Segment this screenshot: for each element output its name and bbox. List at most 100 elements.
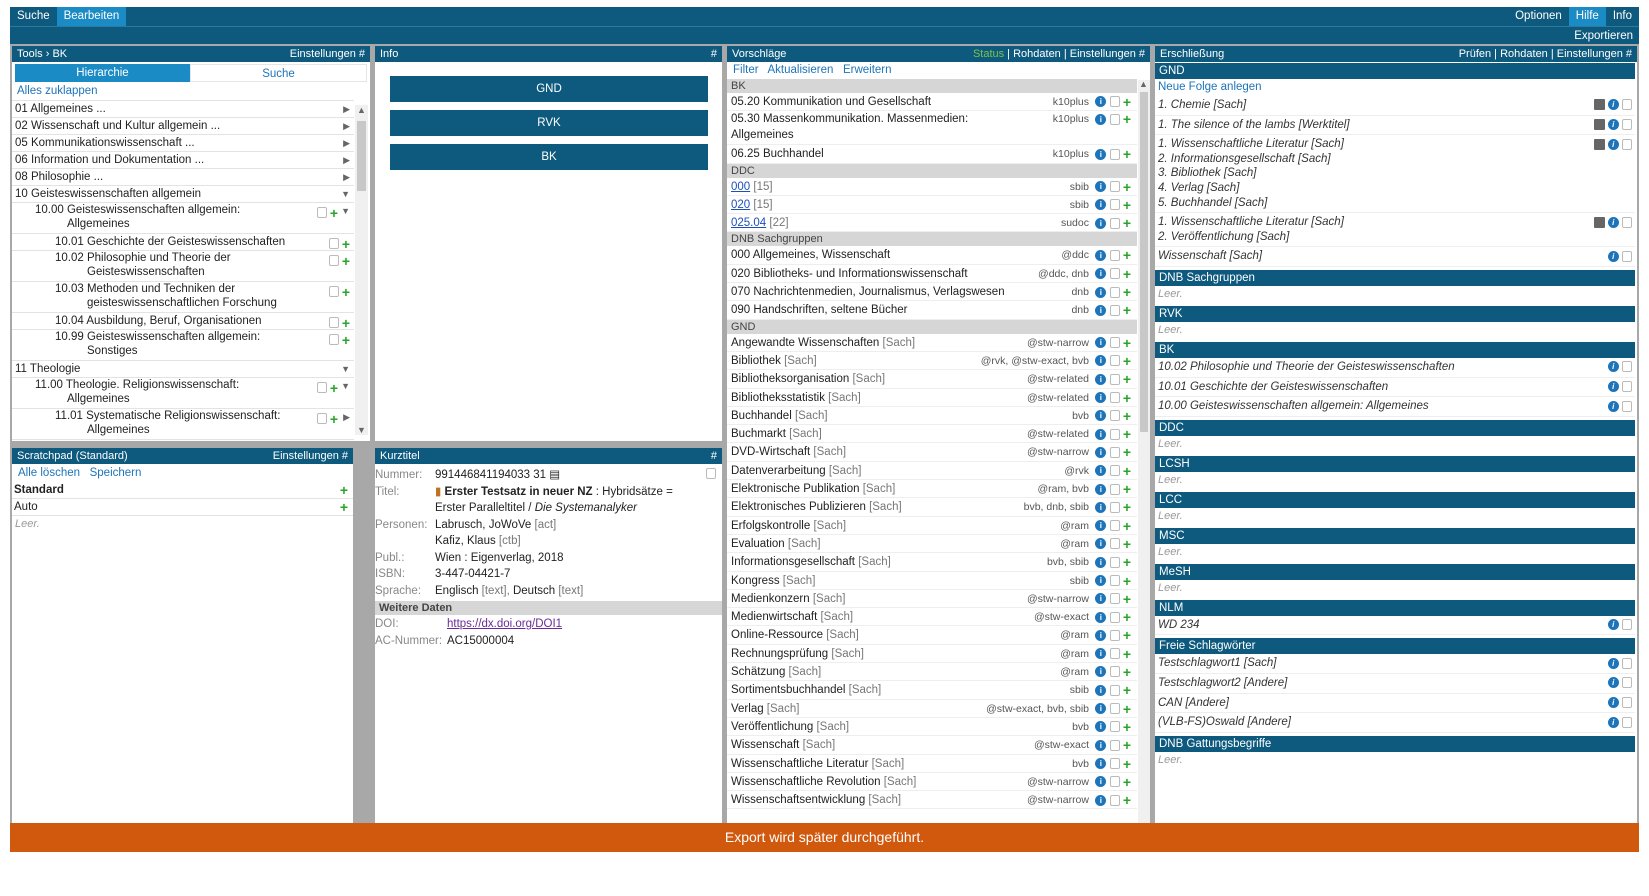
- tab-suche[interactable]: Suche: [190, 64, 367, 82]
- expand-arrow-icon[interactable]: ▼: [341, 186, 350, 202]
- copy-icon[interactable]: [328, 238, 339, 250]
- add-icon[interactable]: +: [1123, 792, 1131, 808]
- info-icon[interactable]: i: [1095, 611, 1107, 623]
- copy-icon[interactable]: [328, 317, 339, 329]
- suggestion-row[interactable]: Wissenschaftliche Literatur [Sach] bvb i +: [727, 755, 1137, 773]
- copy-icon[interactable]: [1109, 181, 1120, 193]
- copy-icon[interactable]: [316, 413, 327, 425]
- indexing-entry[interactable]: 1. Wissenschaftliche Literatur [Sach] 2. …: [1155, 135, 1635, 214]
- expand-arrow-icon[interactable]: ▼: [341, 361, 350, 377]
- copy-icon[interactable]: [1109, 721, 1120, 733]
- info-icon[interactable]: i: [1607, 619, 1619, 631]
- copy-icon[interactable]: [1622, 677, 1632, 689]
- suggestion-row[interactable]: 06.25 Buchhandel k10plus i +: [727, 145, 1137, 164]
- add-icon[interactable]: +: [1123, 719, 1131, 735]
- info-icon[interactable]: i: [1607, 99, 1619, 111]
- info-icon[interactable]: i: [1607, 361, 1619, 373]
- copy-icon[interactable]: [1109, 520, 1120, 532]
- info-icon[interactable]: i: [1095, 337, 1107, 349]
- hierarchy-item[interactable]: 11 Theologie ▼: [12, 361, 354, 378]
- copy-icon[interactable]: [1109, 501, 1120, 513]
- indexing-entry[interactable]: Testschlagwort2 [Andere] i: [1155, 674, 1635, 694]
- copy-icon[interactable]: [1109, 392, 1120, 404]
- info-icon[interactable]: i: [1095, 483, 1107, 495]
- add-icon[interactable]: +: [1123, 444, 1131, 460]
- copy-icon[interactable]: [1109, 739, 1120, 751]
- add-icon[interactable]: +: [1123, 774, 1131, 790]
- hierarchy-scrollbar[interactable]: ▲ ▼: [355, 105, 368, 435]
- copy-icon[interactable]: [1622, 99, 1632, 111]
- rvk-button[interactable]: RVK: [390, 110, 708, 136]
- copy-icon[interactable]: [1622, 657, 1632, 669]
- add-icon[interactable]: +: [1123, 627, 1131, 643]
- info-icon[interactable]: i: [1095, 593, 1107, 605]
- copy-icon[interactable]: [1622, 716, 1632, 728]
- info-icon[interactable]: i: [1095, 520, 1107, 532]
- copy-icon[interactable]: [706, 468, 716, 479]
- scrollbar-thumb[interactable]: [1140, 92, 1148, 432]
- copy-icon[interactable]: [1622, 361, 1632, 373]
- hierarchy-item[interactable]: 10.02 Philosophie und Theorie der Geistes…: [12, 251, 354, 282]
- hierarchy-item[interactable]: 11.01 Systematische Religionswissenschaf…: [12, 409, 354, 440]
- info-icon[interactable]: i: [1095, 428, 1107, 440]
- copy-icon[interactable]: [1622, 381, 1632, 392]
- add-icon[interactable]: +: [1123, 499, 1131, 515]
- add-icon[interactable]: +: [1123, 197, 1131, 213]
- hierarchy-item[interactable]: 11.00 Theologie. Religionswissenschaft: A…: [12, 378, 354, 409]
- hierarchy-item[interactable]: 05 Kommunikationswissenschaft ... ▶: [12, 135, 354, 152]
- tab-hierarchie[interactable]: Hierarchie: [15, 64, 190, 82]
- copy-icon[interactable]: [1109, 629, 1120, 641]
- add-icon[interactable]: +: [1123, 215, 1131, 231]
- status-link[interactable]: Status: [973, 48, 1004, 60]
- suggestion-label[interactable]: 000: [731, 181, 750, 193]
- delete-all-link[interactable]: Alle löschen: [18, 467, 80, 479]
- info-icon[interactable]: i: [1095, 757, 1107, 769]
- copy-icon[interactable]: [1109, 373, 1120, 385]
- expand-arrow-icon[interactable]: ▶: [343, 135, 350, 151]
- info-icon[interactable]: i: [1095, 199, 1107, 211]
- add-icon[interactable]: +: [1123, 536, 1131, 552]
- indexing-entry[interactable]: (VLB-FS)Oswald [Andere] i: [1155, 713, 1635, 733]
- add-icon[interactable]: +: [1123, 146, 1131, 162]
- edit-icon[interactable]: [1593, 99, 1605, 111]
- info-icon[interactable]: i: [1095, 556, 1107, 568]
- indexing-entry[interactable]: CAN [Andere] i: [1155, 694, 1635, 714]
- info-icon[interactable]: i: [1607, 119, 1619, 131]
- suggestion-row[interactable]: Wissenschaftliche Revolution [Sach] @stw-…: [727, 773, 1137, 792]
- menu-bearbeiten[interactable]: Bearbeiten: [56, 7, 127, 26]
- info-icon[interactable]: i: [1607, 250, 1619, 262]
- info-icon[interactable]: i: [1095, 684, 1107, 696]
- suggestion-row[interactable]: Bibliothek [Sach] @rvk, @stw-exact, bvb i …: [727, 352, 1137, 371]
- info-icon[interactable]: i: [1095, 465, 1107, 477]
- hierarchy-item[interactable]: 10.03 Methoden und Techniken der geistesw…: [12, 282, 354, 313]
- info-icon[interactable]: i: [1095, 181, 1107, 193]
- menu-suche[interactable]: Suche: [10, 7, 57, 26]
- scratchpad-settings-link[interactable]: Einstellungen #: [273, 448, 348, 464]
- copy-icon[interactable]: [1109, 249, 1120, 261]
- add-icon[interactable]: +: [1123, 408, 1131, 424]
- info-icon[interactable]: i: [1607, 400, 1619, 412]
- info-icon[interactable]: i: [1095, 794, 1107, 806]
- info-icon[interactable]: i: [1095, 501, 1107, 513]
- indexing-entry[interactable]: 1. Chemie [Sach] i: [1155, 96, 1635, 116]
- add-icon[interactable]: +: [1123, 247, 1131, 263]
- copy-icon[interactable]: [328, 255, 339, 267]
- hierarchy-item[interactable]: 10.04 Ausbildung, Beruf, Organisationen …: [12, 313, 354, 330]
- hierarchy-item[interactable]: 01 Allgemeines ... ▶: [12, 101, 354, 118]
- suggestion-row[interactable]: 025.04 [22] sudoc i +: [727, 214, 1137, 233]
- edit-icon[interactable]: [1593, 119, 1605, 131]
- copy-icon[interactable]: [1109, 483, 1120, 495]
- add-icon[interactable]: +: [1123, 682, 1131, 698]
- info-icon[interactable]: i: [1095, 629, 1107, 641]
- add-icon[interactable]: +: [342, 236, 350, 252]
- add-icon[interactable]: +: [340, 500, 348, 514]
- suggestion-label[interactable]: 020: [731, 199, 750, 211]
- indexing-entry[interactable]: 10.02 Philosophie und Theorie der Geiste…: [1155, 358, 1635, 378]
- copy-icon[interactable]: [1109, 337, 1120, 349]
- add-icon[interactable]: +: [1123, 179, 1131, 195]
- add-icon[interactable]: +: [1123, 554, 1131, 570]
- copy-icon[interactable]: [316, 207, 327, 219]
- copy-icon[interactable]: [316, 382, 327, 394]
- add-icon[interactable]: +: [1123, 94, 1131, 110]
- copy-icon[interactable]: [1109, 410, 1120, 422]
